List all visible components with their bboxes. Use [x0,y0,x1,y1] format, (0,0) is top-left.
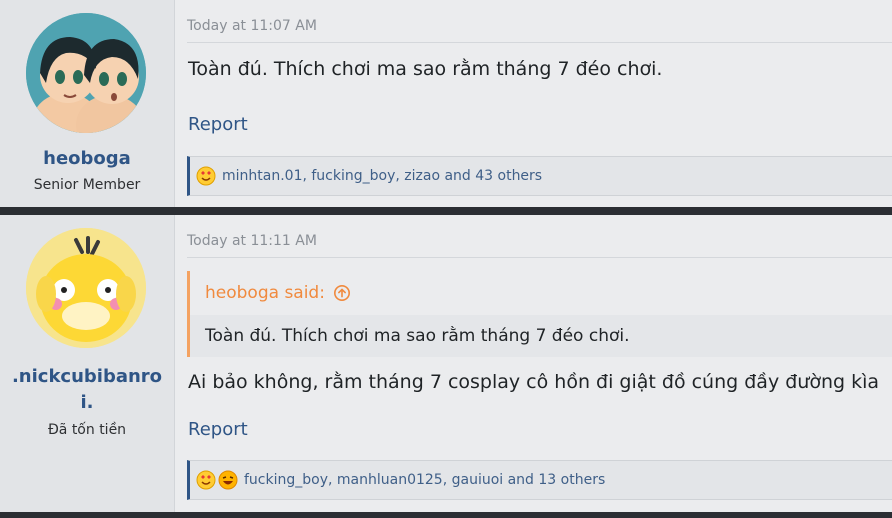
reactions-list[interactable]: fucking_boy, manhluan0125, gauiuoi and 1… [244,472,605,488]
username[interactable]: .nickcubibanroi. [8,364,166,416]
quote-block: heoboga said: Toàn đú. Thích chơi ma sao… [187,271,892,357]
user-info: heoboga Senior Member [0,0,175,207]
quote-header[interactable]: heoboga said: [190,271,892,315]
post: .nickcubibanroi. Đã tốn tiền Today at 11… [0,215,892,512]
divider [187,257,892,258]
user-title: Đã tốn tiền [47,422,127,438]
user-info: .nickcubibanroi. Đã tốn tiền [0,215,175,512]
report-link[interactable]: Report [188,114,248,135]
post: heoboga Senior Member Today at 11:07 AM … [0,0,892,207]
arrow-up-circle-icon[interactable] [333,284,351,302]
reactions-list[interactable]: minhtan.01, fucking_boy, zizao and 43 ot… [222,168,542,184]
post-body: Toàn đú. Thích chơi ma sao rằm tháng 7 đ… [188,58,663,80]
love-emoji-icon [196,470,216,490]
post-body: Ai bảo không, rằm tháng 7 cosplay cô hồn… [188,371,880,393]
quote-text: Toàn đú. Thích chơi ma sao rằm tháng 7 đ… [205,326,630,346]
avatar[interactable] [26,228,146,348]
quote-author[interactable]: heoboga said: [205,283,325,303]
love-emoji-icon [196,166,216,186]
post-timestamp[interactable]: Today at 11:11 AM [187,233,317,249]
avatar[interactable] [26,13,146,133]
post-content: Today at 11:07 AM Toàn đú. Thích chơi ma… [175,0,892,207]
reactions-bar[interactable]: minhtan.01, fucking_boy, zizao and 43 ot… [187,156,892,196]
haha-emoji-icon [218,470,238,490]
reactions-bar[interactable]: fucking_boy, manhluan0125, gauiuoi and 1… [187,460,892,500]
user-title: Senior Member [33,177,141,193]
post-timestamp[interactable]: Today at 11:07 AM [187,18,317,34]
username[interactable]: heoboga [8,146,166,172]
report-link[interactable]: Report [188,419,248,440]
divider [187,42,892,43]
post-content: Today at 11:11 AM heoboga said: Toàn đú.… [175,215,892,512]
